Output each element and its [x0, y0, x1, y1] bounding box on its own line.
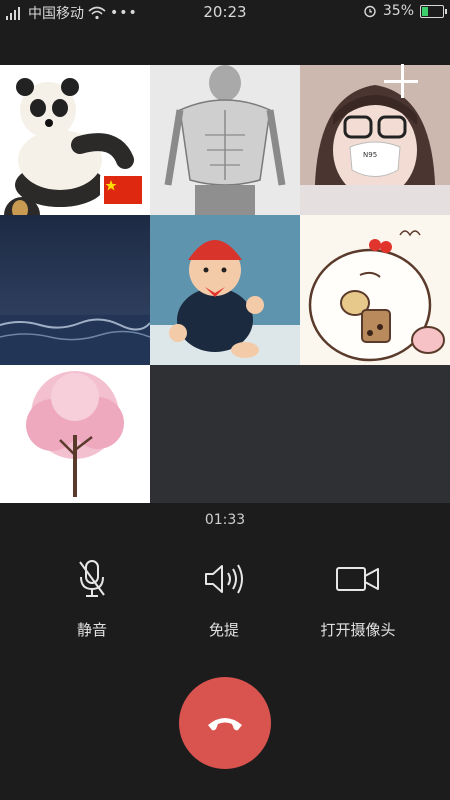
status-right: 35%: [363, 3, 447, 19]
china-flag-icon: [100, 170, 146, 210]
baby-red-hat-avatar: [150, 215, 300, 365]
battery-fill: [422, 6, 428, 16]
video-camera-icon: [283, 555, 433, 603]
participant-tile-7[interactable]: [0, 365, 150, 503]
mute-button[interactable]: 静音: [17, 555, 167, 640]
hang-up-button[interactable]: [179, 677, 271, 769]
speaker-icon: [149, 555, 299, 603]
pink-blossom-tree-avatar: [0, 365, 150, 503]
call-duration: 01:33: [204, 512, 246, 528]
participant-tile-3[interactable]: N95: [300, 65, 450, 215]
stormy-sea-avatar: [0, 215, 150, 365]
battery-charging-icon: [420, 4, 447, 18]
speaker-button[interactable]: 免提: [149, 555, 299, 640]
sketch-torso-avatar: [150, 65, 300, 215]
mute-label: 静音: [76, 621, 107, 639]
participant-tile-4[interactable]: [0, 215, 150, 365]
empty-slot-tile: [150, 365, 300, 503]
girl-mask-avatar: N95: [300, 65, 450, 215]
camera-label: 打开摄像头: [320, 621, 396, 639]
alarm-icon: [364, 5, 376, 18]
camera-button[interactable]: 打开摄像头: [283, 555, 433, 640]
participant-tile-6[interactable]: [300, 215, 450, 365]
battery-percent: 35%: [382, 3, 414, 19]
status-bar: 中国移动 ••• 20:23 35%: [0, 0, 450, 24]
cartoon-duck-avatar: [300, 215, 450, 365]
speaker-label: 免提: [208, 621, 239, 639]
participant-tile-2[interactable]: [150, 65, 300, 215]
add-participant-icon[interactable]: [384, 64, 420, 100]
hang-up-phone-icon: [208, 718, 242, 731]
participant-tile-5[interactable]: [150, 215, 300, 365]
mask-badge-text: N95: [363, 151, 377, 159]
mute-mic-icon: [17, 555, 167, 603]
participant-grid: N95: [0, 65, 450, 503]
empty-slot-tile: [300, 365, 450, 503]
participant-tile-1[interactable]: [0, 65, 150, 215]
